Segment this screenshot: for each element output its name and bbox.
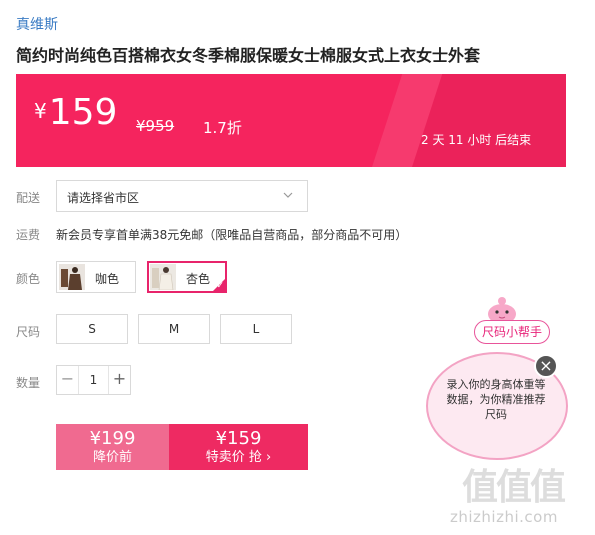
quantity-decrease-button[interactable]: − [57, 366, 79, 394]
region-select[interactable]: 请选择省市区 [56, 180, 308, 212]
price-banner: ¥159 ¥959 1.7折 2 天 11 小时 后结束 [16, 74, 566, 167]
watermark-url: zhizhizhi.com [450, 508, 558, 526]
size-option-s[interactable]: S [56, 314, 128, 344]
chevron-down-icon [283, 192, 293, 198]
color-option-label: 咖色 [95, 272, 120, 286]
shipping-label: 运费 [16, 228, 41, 242]
buy-sale-price-button[interactable]: ¥159 特卖价 抢 › [169, 424, 308, 470]
size-label: 尺码 [16, 325, 41, 339]
close-icon[interactable]: × [534, 354, 558, 378]
size-helper-tag[interactable]: 尺码小帮手 [474, 320, 550, 344]
color-option-apricot[interactable]: 杏色 ✓ [147, 261, 227, 293]
current-price: ¥159 [34, 92, 117, 133]
current-price-value: 159 [48, 92, 118, 133]
currency-symbol: ¥ [34, 99, 47, 123]
quantity-stepper: − 1 + [56, 365, 131, 395]
coat-thumbnail-image [59, 264, 85, 290]
countdown-text: 2 天 11 小时 后结束 [421, 133, 532, 147]
shipping-text: 新会员专享首单满38元免邮（限唯品自营商品，部分商品不可用） [56, 228, 408, 242]
size-option-l[interactable]: L [220, 314, 292, 344]
sale-price-value: ¥159 [215, 428, 262, 449]
quantity-input[interactable]: 1 [79, 366, 108, 394]
original-price: ¥959 [136, 117, 175, 135]
color-option-label: 杏色 [186, 272, 211, 286]
size-helper-text: 录入你的身高体重等数据，为你精准推荐尺码 [446, 378, 546, 421]
price-before-button[interactable]: ¥199 降价前 [56, 424, 169, 470]
delivery-label: 配送 [16, 191, 41, 205]
region-select-value: 请选择省市区 [67, 191, 140, 205]
sale-price-label: 特卖价 抢 › [205, 450, 272, 465]
size-option-m[interactable]: M [138, 314, 210, 344]
color-label: 颜色 [16, 272, 41, 286]
product-title: 简约时尚纯色百搭棉衣女冬季棉服保暖女士棉服女式上衣女士外套 [16, 46, 481, 65]
quantity-increase-button[interactable]: + [108, 366, 130, 394]
watermark-logo: 值值值 [462, 467, 566, 508]
before-price-label: 降价前 [92, 450, 132, 465]
color-option-brown[interactable]: 咖色 [56, 261, 136, 293]
brand-link[interactable]: 真维斯 [16, 14, 58, 34]
quantity-label: 数量 [16, 376, 41, 390]
coat-thumbnail-image [150, 264, 176, 290]
discount-badge: 1.7折 [203, 119, 242, 137]
before-price-value: ¥199 [89, 428, 136, 449]
check-icon: ✓ [216, 281, 224, 291]
